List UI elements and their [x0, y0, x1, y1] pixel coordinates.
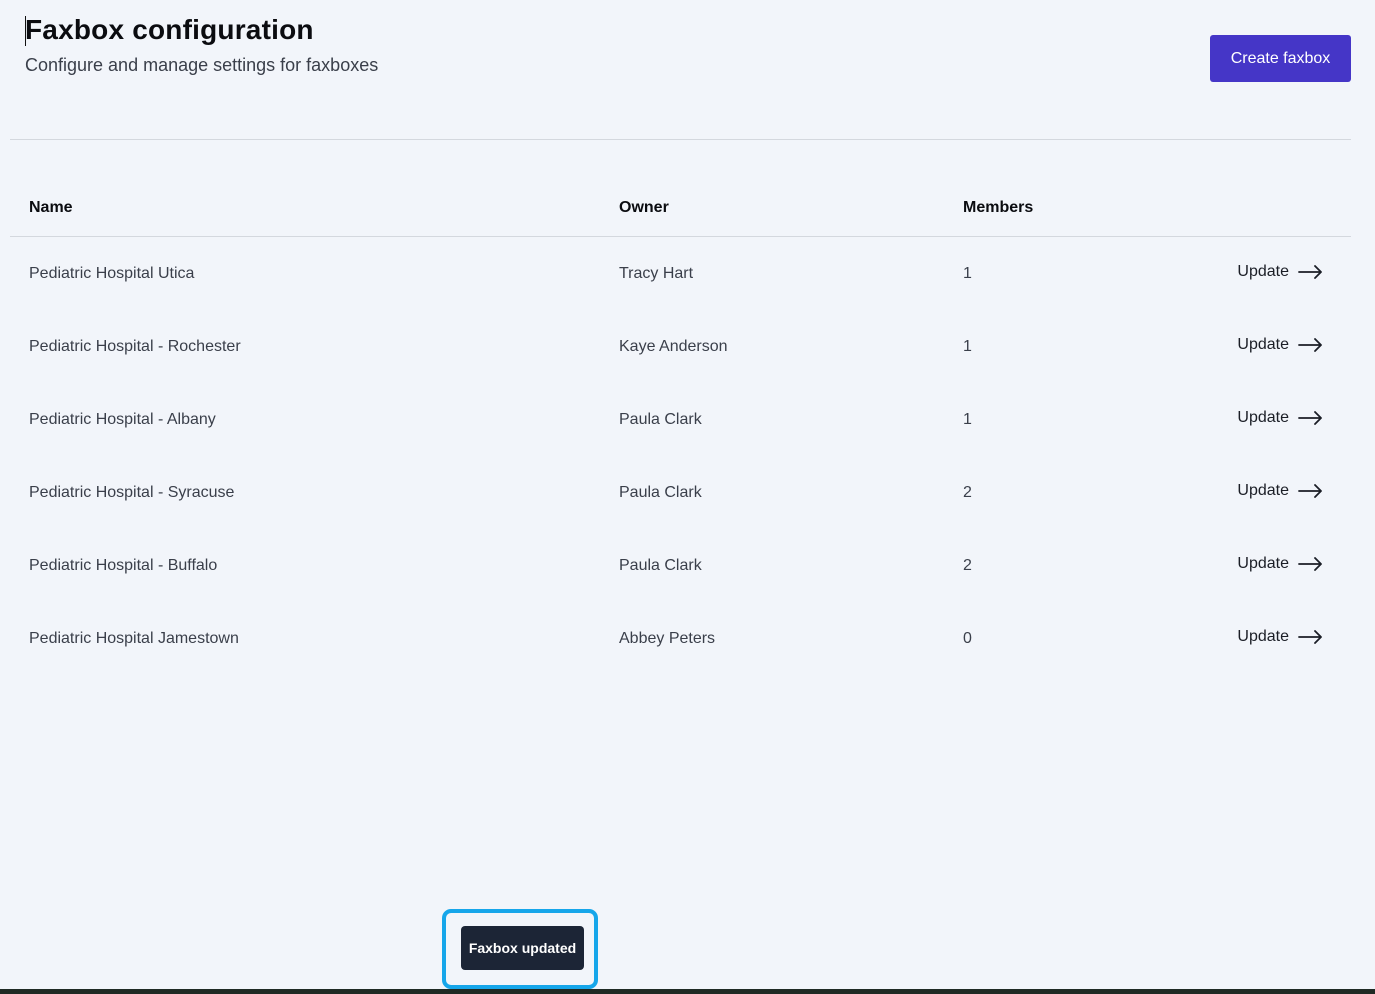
- faxbox-members: 2: [963, 557, 972, 574]
- update-link[interactable]: Update: [1237, 555, 1323, 573]
- arrow-right-icon: [1298, 265, 1322, 279]
- faxbox-owner: Paula Clark: [619, 557, 702, 574]
- bottom-edge-bar: [0, 989, 1375, 994]
- table-row: Pediatric Hospital - Albany Paula Clark …: [10, 383, 1351, 456]
- page-header: Faxbox configuration Configure and manag…: [25, 14, 1351, 84]
- faxbox-name: Pediatric Hospital Jamestown: [29, 630, 239, 647]
- page-title: Faxbox configuration: [25, 14, 314, 45]
- update-link[interactable]: Update: [1237, 263, 1323, 281]
- table-row: Pediatric Hospital Jamestown Abbey Peter…: [10, 602, 1351, 675]
- update-label: Update: [1237, 628, 1289, 645]
- faxbox-owner: Paula Clark: [619, 411, 702, 428]
- column-header-name: Name: [29, 199, 73, 216]
- faxbox-members: 0: [963, 630, 972, 647]
- arrow-right-icon: [1298, 484, 1322, 498]
- faxbox-owner: Tracy Hart: [619, 265, 694, 282]
- arrow-right-icon: [1298, 338, 1322, 352]
- table-row: Pediatric Hospital - Syracuse Paula Clar…: [10, 456, 1351, 529]
- faxbox-owner: Kaye Anderson: [619, 338, 728, 355]
- faxbox-owner: Paula Clark: [619, 484, 702, 501]
- update-link[interactable]: Update: [1237, 336, 1323, 354]
- table-row: Pediatric Hospital - Buffalo Paula Clark…: [10, 529, 1351, 602]
- faxbox-name: Pediatric Hospital - Buffalo: [29, 557, 218, 574]
- arrow-right-icon: [1298, 630, 1322, 644]
- faxbox-name: Pediatric Hospital - Syracuse: [29, 484, 235, 501]
- update-label: Update: [1237, 482, 1289, 499]
- faxbox-table: Name Owner Members Pediatric Hospital Ut…: [10, 180, 1351, 675]
- update-label: Update: [1237, 263, 1289, 280]
- faxbox-members: 1: [963, 411, 972, 428]
- faxbox-name: Pediatric Hospital Utica: [29, 265, 195, 282]
- column-header-owner: Owner: [619, 199, 669, 216]
- faxbox-owner: Abbey Peters: [619, 630, 716, 647]
- faxbox-members: 1: [963, 338, 972, 355]
- faxbox-name: Pediatric Hospital - Rochester: [29, 338, 241, 355]
- page-subtitle: Configure and manage settings for faxbox…: [25, 55, 379, 75]
- update-label: Update: [1237, 336, 1289, 353]
- table-header: Name Owner Members: [10, 180, 1351, 237]
- arrow-right-icon: [1298, 557, 1322, 571]
- header-divider: [10, 139, 1351, 140]
- update-link[interactable]: Update: [1237, 482, 1323, 500]
- update-label: Update: [1237, 409, 1289, 426]
- update-link[interactable]: Update: [1237, 628, 1323, 646]
- table-row: Pediatric Hospital Utica Tracy Hart 1 Up…: [10, 237, 1351, 310]
- update-label: Update: [1237, 555, 1289, 572]
- toast-notification: Faxbox updated: [461, 926, 584, 970]
- arrow-right-icon: [1298, 411, 1322, 425]
- faxbox-members: 1: [963, 265, 972, 282]
- faxbox-name: Pediatric Hospital - Albany: [29, 411, 216, 428]
- create-faxbox-button[interactable]: Create faxbox: [1210, 35, 1351, 82]
- column-header-members: Members: [963, 199, 1034, 216]
- faxbox-members: 2: [963, 484, 972, 501]
- update-link[interactable]: Update: [1237, 409, 1323, 427]
- table-row: Pediatric Hospital - Rochester Kaye Ande…: [10, 310, 1351, 383]
